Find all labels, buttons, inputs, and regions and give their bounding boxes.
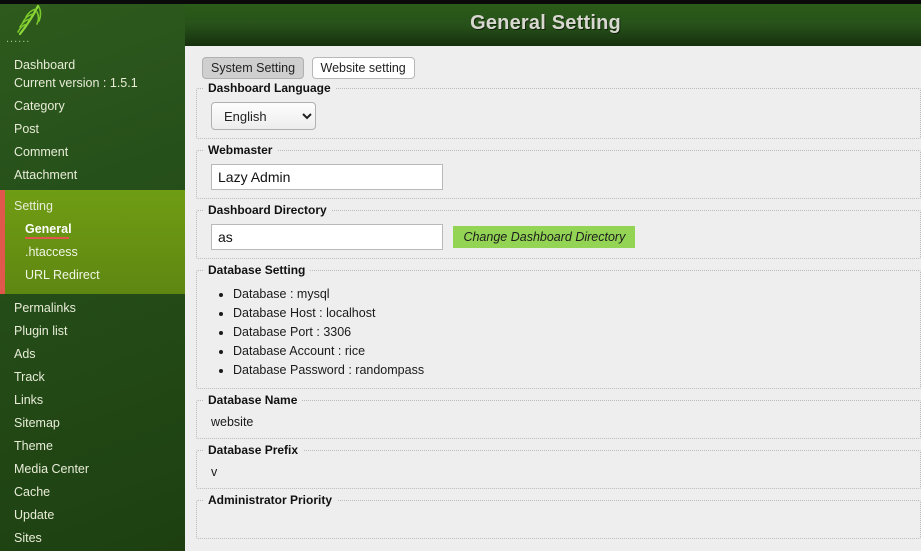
webmaster-input[interactable] bbox=[211, 164, 443, 190]
sidebar-item-theme[interactable]: Theme bbox=[0, 435, 185, 458]
fieldset-webmaster: Webmaster bbox=[196, 143, 921, 199]
sidebar-item-label: Theme bbox=[14, 439, 53, 453]
sidebar-item-label: Sites bbox=[14, 531, 42, 545]
legend-dashboard-language: Dashboard Language bbox=[208, 81, 331, 95]
sidebar-item-label: Sitemap bbox=[14, 416, 60, 430]
sidebar-item-label: Track bbox=[14, 370, 45, 384]
legend-dashboard-directory: Dashboard Directory bbox=[208, 203, 327, 217]
legend-administrator-priority: Administrator Priority bbox=[208, 493, 333, 507]
sidebar-item-dashboard[interactable]: Dashboard bbox=[0, 54, 185, 75]
tab-website-setting[interactable]: Website setting bbox=[311, 57, 415, 79]
sidebar-item-attachment[interactable]: Attachment bbox=[0, 164, 185, 187]
sidebar-item-label: Post bbox=[14, 122, 40, 136]
sidebar-item-ads[interactable]: Ads bbox=[0, 343, 185, 366]
sidebar-item-update[interactable]: Update bbox=[0, 504, 185, 527]
legend-database-setting: Database Setting bbox=[208, 263, 306, 277]
sidebar-item-label: Permalinks bbox=[14, 301, 76, 315]
sidebar-item-label: Media Center bbox=[14, 462, 90, 476]
sidebar-settings-group: Setting General .htaccess URL Redirect bbox=[0, 190, 185, 294]
sidebar: ...... Dashboard Current version : 1.5.1… bbox=[0, 4, 185, 551]
list-item: Database Host : localhost bbox=[233, 304, 920, 323]
database-prefix-value: v bbox=[211, 465, 218, 479]
sidebar-item-label: Ads bbox=[14, 347, 36, 361]
sidebar-item-label: Update bbox=[14, 508, 55, 522]
sidebar-item-label: Cache bbox=[14, 485, 51, 499]
sidebar-item-label: Comment bbox=[14, 145, 69, 159]
tab-system-setting[interactable]: System Setting bbox=[202, 57, 305, 79]
app-root: General Setting ...... Dashboard Current… bbox=[0, 0, 921, 551]
list-item: Database Account : rice bbox=[233, 342, 920, 361]
top-black-strip bbox=[0, 0, 921, 4]
legend-database-name: Database Name bbox=[208, 393, 298, 407]
sidebar-item-label: Category bbox=[14, 99, 65, 113]
fieldset-database-prefix: Database Prefix v bbox=[196, 443, 921, 489]
sidebar-item-label: Dashboard bbox=[14, 58, 76, 72]
dashboard-language-row: English bbox=[197, 98, 920, 132]
fieldset-administrator-priority: Administrator Priority bbox=[196, 493, 921, 539]
sidebar-nav: Dashboard Current version : 1.5.1 Catego… bbox=[0, 48, 185, 551]
settings-tabs: System Setting Website setting bbox=[185, 54, 921, 81]
sidebar-subitem-label: .htaccess bbox=[25, 245, 78, 259]
sidebar-subitem-label: URL Redirect bbox=[25, 268, 100, 282]
sidebar-item-setting[interactable]: Setting bbox=[5, 195, 185, 218]
sidebar-item-label: Setting bbox=[14, 199, 53, 213]
sidebar-item-sitemap[interactable]: Sitemap bbox=[0, 412, 185, 435]
sidebar-subitem-url-redirect[interactable]: URL Redirect bbox=[5, 264, 185, 287]
sidebar-item-label: Plugin list bbox=[14, 324, 68, 338]
sidebar-item-track[interactable]: Track bbox=[0, 366, 185, 389]
sidebar-subitem-htaccess[interactable]: .htaccess bbox=[5, 241, 185, 264]
administrator-priority-body bbox=[197, 510, 920, 532]
fieldset-database-setting: Database Setting Database : mysql Databa… bbox=[196, 263, 921, 389]
fieldset-dashboard-language: Dashboard Language English bbox=[196, 81, 921, 139]
sidebar-item-comment[interactable]: Comment bbox=[0, 141, 185, 164]
sidebar-item-label: Links bbox=[14, 393, 44, 407]
database-setting-list: Database : mysql Database Host : localho… bbox=[197, 285, 920, 380]
main-content: System Setting Website setting Dashboard… bbox=[185, 46, 921, 551]
legend-database-prefix: Database Prefix bbox=[208, 443, 299, 457]
sidebar-item-media-center[interactable]: Media Center bbox=[0, 458, 185, 481]
sidebar-item-plugin-list[interactable]: Plugin list bbox=[0, 320, 185, 343]
sidebar-subitem-label: General bbox=[25, 222, 72, 236]
fieldset-dashboard-directory: Dashboard Directory Change Dashboard Dir… bbox=[196, 203, 921, 259]
list-item: Database Port : 3306 bbox=[233, 323, 920, 342]
sidebar-current-version: Current version : 1.5.1 bbox=[14, 76, 138, 90]
sidebar-item-permalinks[interactable]: Permalinks bbox=[0, 297, 185, 320]
dashboard-directory-row: Change Dashboard Directory bbox=[197, 220, 920, 252]
sidebar-subitem-general[interactable]: General bbox=[5, 218, 185, 241]
sidebar-item-category[interactable]: Category bbox=[0, 95, 185, 118]
fieldset-database-name: Database Name website bbox=[196, 393, 921, 439]
dashboard-language-select[interactable]: English bbox=[211, 102, 316, 130]
dashboard-directory-input[interactable] bbox=[211, 224, 443, 250]
logo-container[interactable]: ...... bbox=[0, 4, 185, 48]
sidebar-item-sites[interactable]: Sites bbox=[0, 527, 185, 550]
sidebar-item-cache[interactable]: Cache bbox=[0, 481, 185, 504]
change-dashboard-directory-button[interactable]: Change Dashboard Directory bbox=[453, 226, 636, 248]
sidebar-item-post[interactable]: Post bbox=[0, 118, 185, 141]
sidebar-item-label: Attachment bbox=[14, 168, 78, 182]
database-name-value: website bbox=[211, 415, 254, 429]
list-item: Database : mysql bbox=[233, 285, 920, 304]
webmaster-row bbox=[197, 160, 920, 192]
list-item: Database Password : randompass bbox=[233, 361, 920, 380]
logo-dots: ...... bbox=[6, 33, 31, 45]
sidebar-item-links[interactable]: Links bbox=[0, 389, 185, 412]
legend-webmaster: Webmaster bbox=[208, 143, 273, 157]
